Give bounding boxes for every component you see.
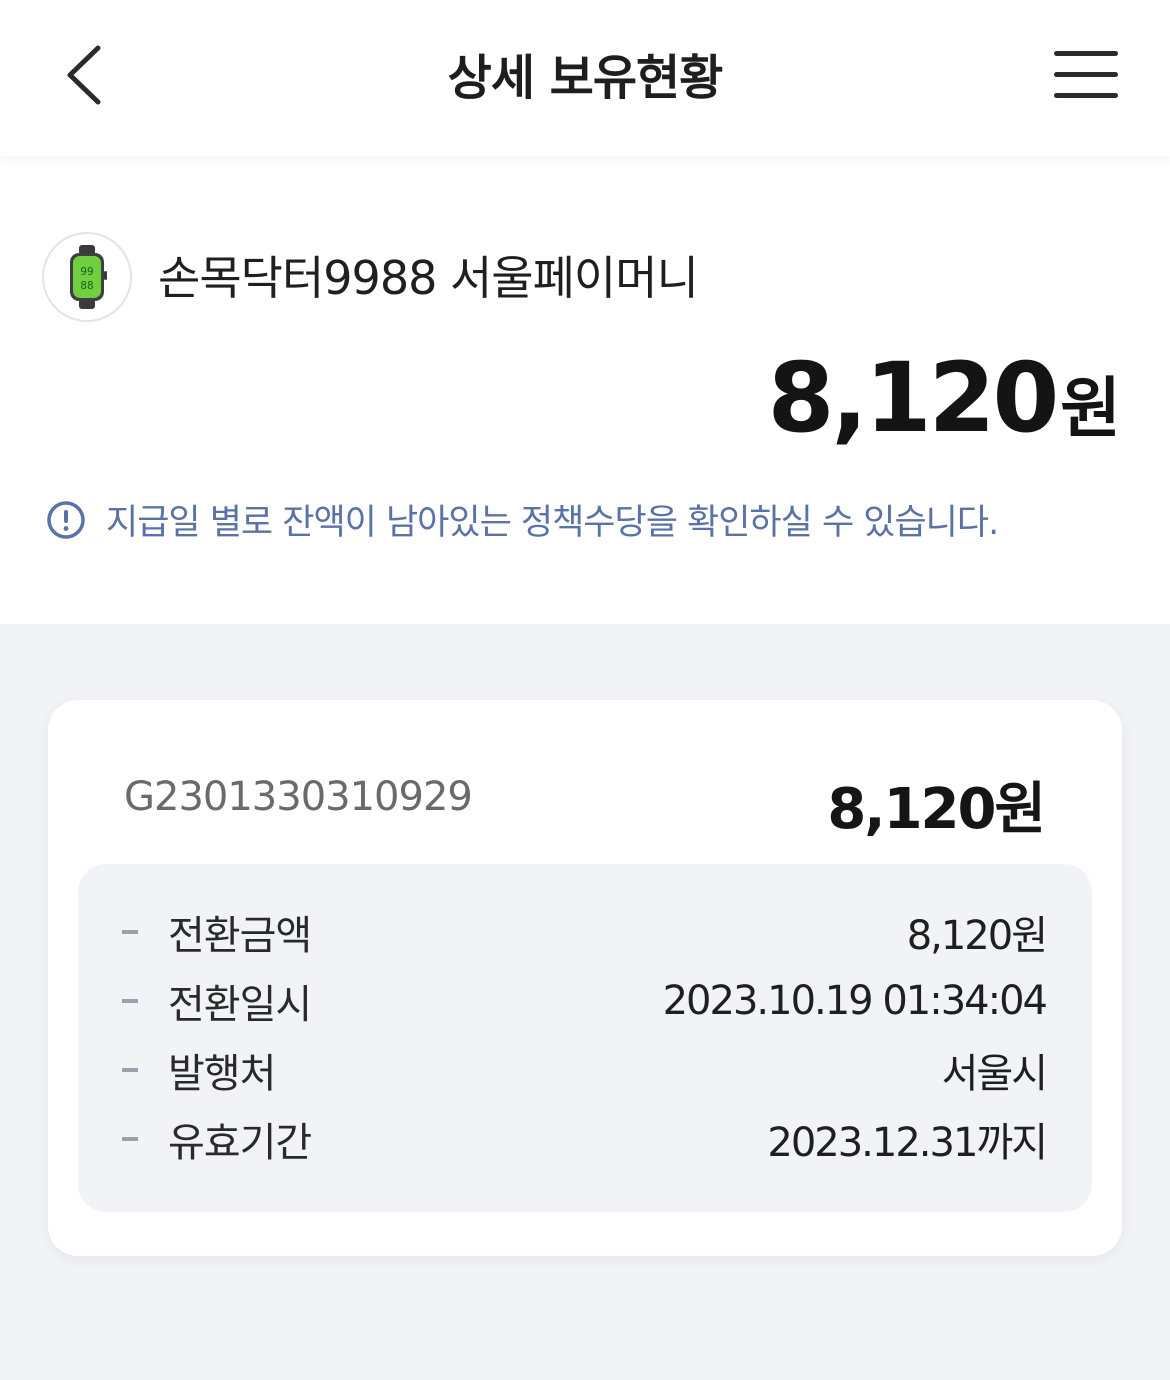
detail-label: 전환금액 bbox=[168, 913, 312, 959]
page-title: 상세 보유현황 bbox=[447, 50, 724, 106]
holding-details: 전환금액 8,120원 전환일시 2023.10.19 01:34:04 발행처… bbox=[78, 864, 1092, 1212]
top-app-bar: 상세 보유현황 bbox=[0, 0, 1170, 156]
detail-row-conversion-amount: 전환금액 8,120원 bbox=[78, 902, 1092, 962]
holding-amount: 8,120원 bbox=[827, 777, 1046, 842]
total-balance-value: 8,120 bbox=[767, 342, 1060, 454]
balance-summary: 99 88 손목닥터9988 서울페이머니 8,120원 지급일 별로 잔액이 … bbox=[0, 156, 1170, 624]
total-balance-unit: 원 bbox=[1060, 370, 1121, 447]
menu-button[interactable] bbox=[1052, 48, 1120, 102]
product-name: 손목닥터9988 서울페이머니 bbox=[158, 251, 699, 305]
detail-row-expiry: 유효기간 2023.12.31까지 bbox=[78, 1109, 1092, 1169]
hamburger-menu-icon bbox=[1054, 51, 1118, 98]
holding-code: G2301330310929 bbox=[124, 774, 473, 820]
total-balance: 8,120원 bbox=[767, 342, 1121, 454]
bullet-dash bbox=[122, 1137, 138, 1141]
detail-row-conversion-datetime: 전환일시 2023.10.19 01:34:04 bbox=[78, 971, 1092, 1031]
bullet-dash bbox=[122, 930, 138, 934]
detail-value: 2023.10.19 01:34:04 bbox=[662, 978, 1048, 1024]
detail-value: 2023.12.31까지 bbox=[767, 1120, 1048, 1166]
svg-text:88: 88 bbox=[80, 279, 93, 292]
detail-row-issuer: 발행처 서울시 bbox=[78, 1040, 1092, 1100]
notice-text: 지급일 별로 잔액이 남아있는 정책수당을 확인하실 수 있습니다. bbox=[106, 503, 999, 543]
detail-label: 전환일시 bbox=[168, 982, 312, 1028]
detail-value: 서울시 bbox=[941, 1051, 1048, 1097]
holding-card: G2301330310929 8,120원 전환금액 8,120원 전환일시 2… bbox=[48, 700, 1122, 1256]
product-logo: 99 88 bbox=[42, 232, 132, 322]
info-circle-icon bbox=[47, 500, 85, 539]
svg-text:99: 99 bbox=[80, 265, 93, 278]
detail-label: 발행처 bbox=[168, 1051, 276, 1097]
smartwatch-icon: 99 88 bbox=[70, 245, 107, 309]
bullet-dash bbox=[122, 999, 138, 1003]
bullet-dash bbox=[122, 1068, 138, 1072]
detail-value: 8,120원 bbox=[906, 913, 1048, 959]
info-notice: 지급일 별로 잔액이 남아있는 정책수당을 확인하실 수 있습니다. bbox=[46, 494, 999, 545]
detail-label: 유효기간 bbox=[168, 1120, 312, 1166]
